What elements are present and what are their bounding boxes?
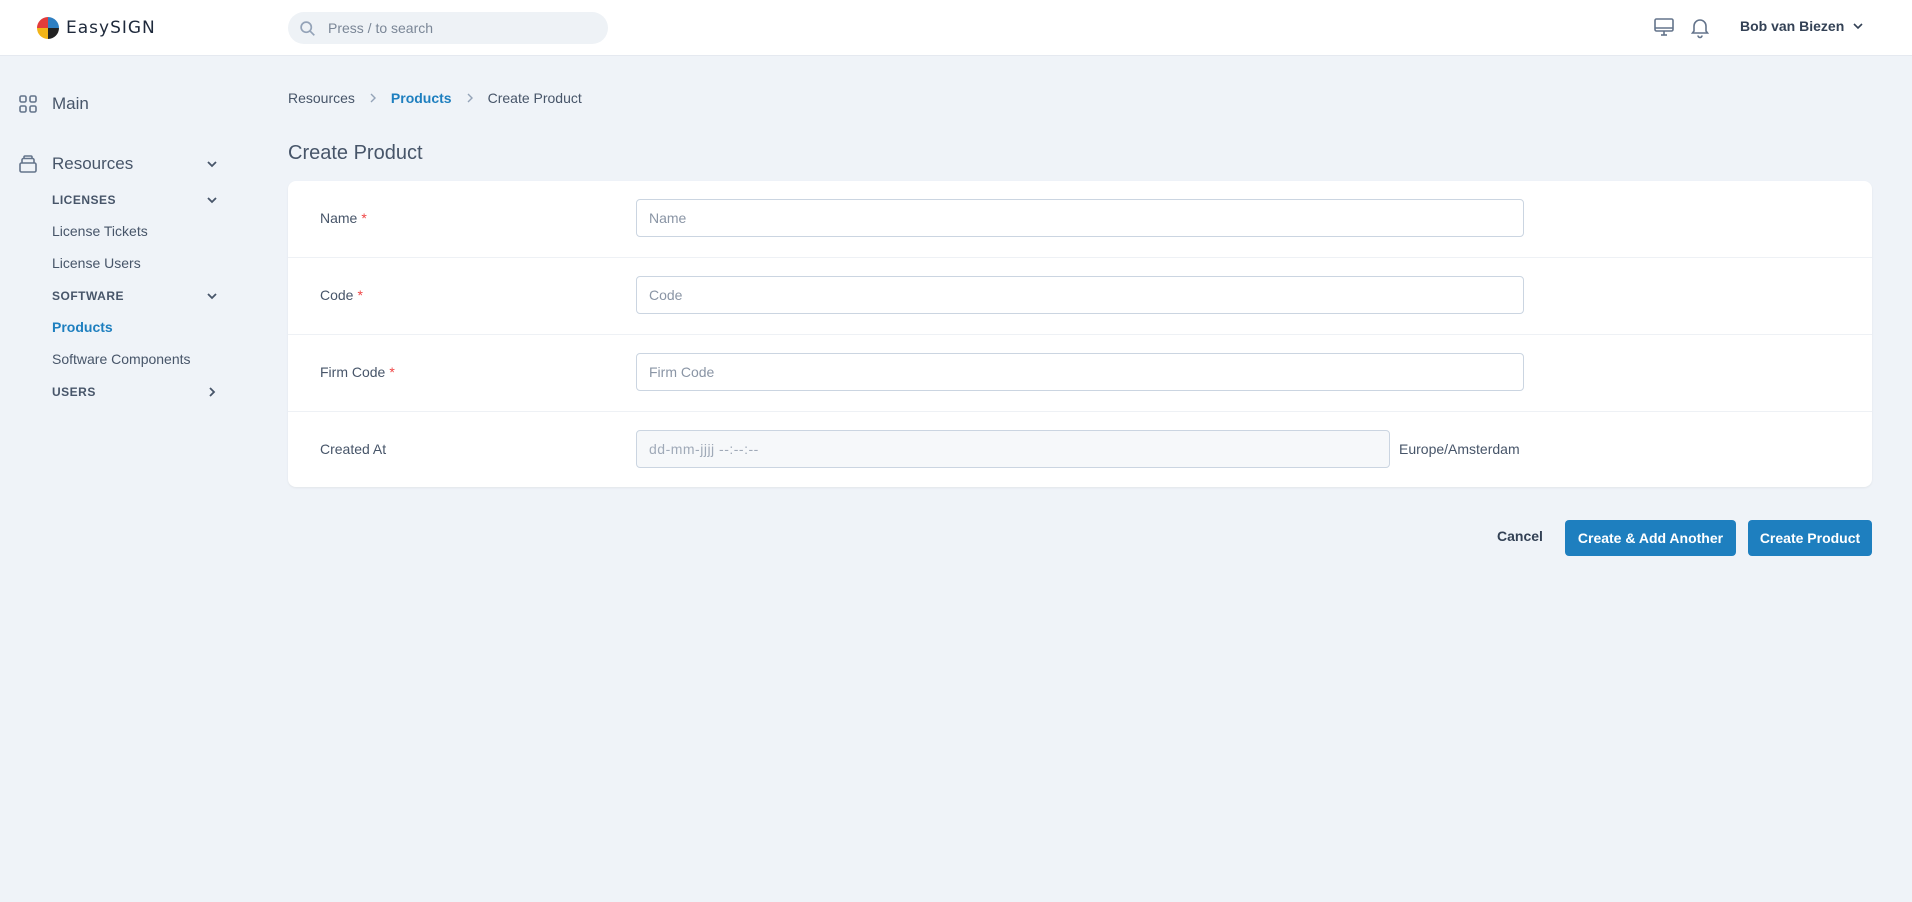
sidebar-item-software-components[interactable]: Software Components xyxy=(52,351,191,367)
form-row-name: Name * xyxy=(288,181,1872,258)
create-and-add-another-button[interactable]: Create & Add Another xyxy=(1565,520,1736,556)
name-input[interactable] xyxy=(636,199,1524,237)
field-label: Firm Code * xyxy=(320,364,395,380)
code-input[interactable] xyxy=(636,276,1524,314)
sidebar-item-products[interactable]: Products xyxy=(52,319,113,335)
user-menu[interactable]: Bob van Biezen xyxy=(1740,18,1864,34)
breadcrumb: Resources Products Create Product xyxy=(288,88,582,108)
sidebar-item-license-tickets[interactable]: License Tickets xyxy=(52,223,148,239)
bell-icon[interactable] xyxy=(1688,15,1712,39)
field-label: Code * xyxy=(320,287,363,303)
breadcrumb-products[interactable]: Products xyxy=(391,90,452,106)
sidebar-item-license-users[interactable]: License Users xyxy=(52,255,141,271)
chevron-down-icon xyxy=(1853,23,1863,30)
required-marker: * xyxy=(357,287,363,303)
search-icon xyxy=(300,21,315,36)
form-row-created-at: Created At dd-mm-jjjj --:--:-- Europe/Am… xyxy=(288,412,1872,489)
breadcrumb-resources: Resources xyxy=(288,90,355,106)
create-product-form: Name* Code* Firm Code* Created At dd-mm-… xyxy=(288,181,1872,487)
sidebar-item-main[interactable]: Main xyxy=(18,92,89,116)
monitor-icon[interactable] xyxy=(1652,15,1676,39)
chevron-right-icon[interactable] xyxy=(206,386,218,398)
sidebar-item-label: Resources xyxy=(52,154,134,173)
sidebar-group-software[interactable]: SOFTWARE xyxy=(52,289,124,303)
search-bar[interactable] xyxy=(288,12,608,44)
top-bar: EasySIGN Bob van Biezen xyxy=(0,0,1912,56)
chevron-down-icon[interactable] xyxy=(206,290,218,302)
sidebar-item-resources[interactable]: Resources xyxy=(18,152,133,176)
create-product-button[interactable]: Create Product xyxy=(1748,520,1872,556)
sidebar-group-users[interactable]: USERS xyxy=(52,385,96,399)
chevron-right-icon xyxy=(467,93,473,103)
inbox-icon xyxy=(19,155,37,173)
breadcrumb-current: Create Product xyxy=(487,90,582,106)
easysign-logo-icon xyxy=(37,17,59,39)
sidebar-item-label: Main xyxy=(52,94,89,113)
logo-text: EasySIGN xyxy=(66,18,156,38)
field-label: Name * xyxy=(320,210,367,226)
required-marker: * xyxy=(389,364,395,380)
created-at-datetime-input[interactable]: dd-mm-jjjj --:--:-- xyxy=(636,430,1390,468)
chevron-down-icon[interactable] xyxy=(206,194,218,206)
timezone-label: Europe/Amsterdam xyxy=(1399,441,1520,457)
form-row-firm-code: Firm Code * xyxy=(288,335,1872,412)
required-marker: * xyxy=(361,210,367,226)
page-title: Create Product xyxy=(288,142,423,164)
chevron-down-icon[interactable] xyxy=(206,158,218,170)
form-row-code: Code * xyxy=(288,258,1872,335)
search-input[interactable] xyxy=(328,12,598,44)
sidebar-group-licenses[interactable]: LICENSES xyxy=(52,193,116,207)
logo[interactable]: EasySIGN xyxy=(36,16,156,40)
chevron-right-icon xyxy=(370,93,376,103)
grid-icon xyxy=(19,95,37,113)
cancel-button[interactable]: Cancel xyxy=(1497,528,1543,544)
field-label: Created At xyxy=(320,441,387,457)
firm-code-input[interactable] xyxy=(636,353,1524,391)
user-name: Bob van Biezen xyxy=(1740,18,1845,34)
